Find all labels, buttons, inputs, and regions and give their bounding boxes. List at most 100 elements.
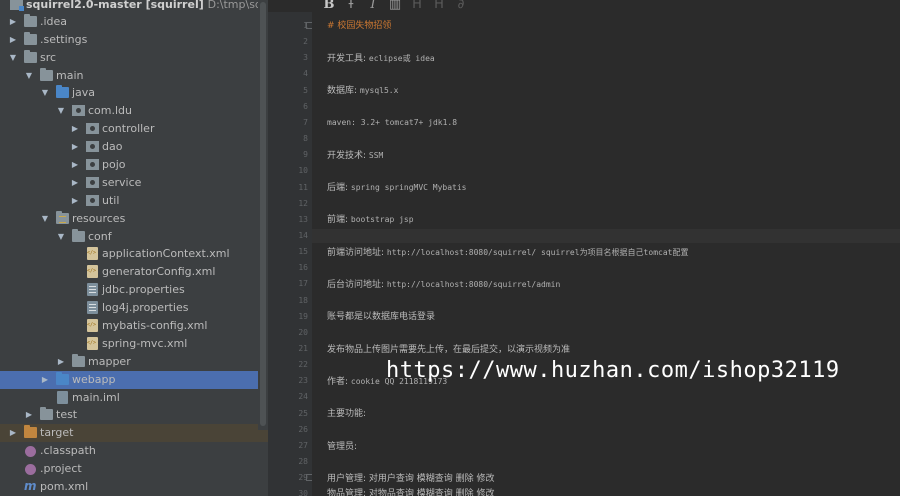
tree-item-pom[interactable]: m pom.xml: [0, 478, 268, 496]
line-number: 24: [298, 392, 308, 402]
strikethrough-button[interactable]: Ŧ: [344, 0, 358, 12]
tree-item-mapper[interactable]: ▶ mapper: [0, 353, 268, 371]
expand-arrow-icon[interactable]: ▶: [8, 424, 18, 442]
scrollbar-thumb[interactable]: [260, 2, 266, 426]
tree-item-label: dao: [102, 140, 123, 153]
tree-item-label: generatorConfig.xml: [102, 265, 216, 278]
expand-arrow-icon[interactable]: ▶: [70, 192, 80, 210]
tree-scrollbar[interactable]: [258, 0, 268, 430]
resources-folder-icon: [56, 211, 69, 224]
xml-file-icon: [87, 319, 98, 332]
tree-item-spring-mvc[interactable]: spring-mvc.xml: [0, 335, 268, 353]
editor-line-30: 物品管理: 对物品查询 模糊查询 删除 修改: [327, 489, 495, 496]
package-icon: [86, 177, 99, 188]
collapse-arrow-icon[interactable]: ▼: [56, 228, 66, 246]
tree-item-label: spring-mvc.xml: [102, 337, 188, 350]
tree-root[interactable]: squirrel2.0-master [squirrel] D:\tmp\squ…: [0, 0, 268, 14]
tree-item-log4j-properties[interactable]: log4j.properties: [0, 299, 268, 317]
tree-item-com-ldu[interactable]: ▼ com.ldu: [0, 102, 268, 120]
tree-item-label: main.iml: [72, 391, 120, 404]
collapse-arrow-icon[interactable]: ▼: [40, 210, 50, 228]
tree-item-label: log4j.properties: [102, 301, 189, 314]
link-button[interactable]: ∂: [454, 0, 468, 12]
tree-item-util[interactable]: ▶ util: [0, 192, 268, 210]
expand-arrow-icon[interactable]: ▶: [56, 353, 66, 371]
collapse-arrow-icon[interactable]: ▼: [56, 102, 66, 120]
tree-item-main-iml[interactable]: main.iml: [0, 389, 268, 407]
expand-arrow-icon[interactable]: ▶: [8, 31, 18, 49]
collapse-arrow-icon[interactable]: ▼: [8, 49, 18, 67]
folder-icon: [24, 32, 37, 45]
line-number: 3: [303, 53, 308, 63]
package-icon: [86, 123, 99, 134]
source-folder-icon: [56, 85, 69, 98]
xml-file-icon: [87, 265, 98, 278]
tree-item-webapp[interactable]: ▶ webapp: [0, 371, 268, 389]
tree-item-project[interactable]: .project: [0, 460, 268, 478]
tree-root-label: squirrel2.0-master [squirrel] D:\tmp\squ…: [26, 0, 268, 11]
line-number: 11: [298, 182, 308, 192]
tree-item-classpath[interactable]: .classpath: [0, 442, 268, 460]
expand-arrow-icon[interactable]: ▶: [70, 138, 80, 156]
expand-arrow-icon[interactable]: ▶: [8, 13, 18, 31]
maven-icon: m: [24, 479, 37, 493]
tree-item-mybatis-config[interactable]: mybatis-config.xml: [0, 317, 268, 335]
markdown-editor[interactable]: # 校园失物招领 开发工具: eclipse或 idea 数据库: mysql5…: [312, 12, 900, 496]
package-icon: [72, 105, 85, 116]
tree-item-idea[interactable]: ▶ .idea: [0, 13, 268, 31]
tree-item-jdbc-properties[interactable]: jdbc.properties: [0, 281, 268, 299]
line-number: 19: [298, 311, 308, 321]
expand-arrow-icon[interactable]: ▶: [24, 406, 34, 424]
tree-item-label: test: [56, 408, 78, 421]
line-number: 1: [303, 21, 308, 30]
tree-item-java[interactable]: ▼ java: [0, 84, 268, 102]
folder-icon: [40, 68, 53, 81]
italic-button[interactable]: I: [366, 0, 380, 12]
expand-arrow-icon[interactable]: ▶: [70, 174, 80, 192]
tree-item-label: target: [40, 426, 74, 439]
expand-arrow-icon[interactable]: ▶: [40, 371, 50, 389]
editor-line-9: 开发技术: SSM: [327, 151, 384, 161]
tree-item-conf[interactable]: ▼ conf: [0, 228, 268, 246]
bold-button[interactable]: B: [322, 0, 336, 12]
tree-item-applicationcontext[interactable]: applicationContext.xml: [0, 245, 268, 263]
line-number: 9: [303, 150, 308, 160]
tree-item-label: conf: [88, 230, 112, 243]
collapse-arrow-icon[interactable]: ▼: [24, 67, 34, 85]
tree-item-label: java: [72, 86, 96, 99]
tree-item-test[interactable]: ▶ test: [0, 406, 268, 424]
expand-arrow-icon[interactable]: ▶: [70, 120, 80, 138]
xml-file-icon: [87, 247, 98, 260]
tree-item-label: util: [102, 194, 120, 207]
tree-item-target[interactable]: ▶ target: [0, 424, 268, 442]
tree-item-controller[interactable]: ▶ controller: [0, 120, 268, 138]
web-folder-icon: [56, 372, 69, 385]
line-number: 30: [298, 489, 308, 496]
tree-item-resources[interactable]: ▼ resources: [0, 210, 268, 228]
tree-item-label: mybatis-config.xml: [102, 319, 208, 332]
line-number: 26: [298, 424, 308, 434]
tree-item-main[interactable]: ▼ main: [0, 67, 268, 85]
tree-item-service[interactable]: ▶ service: [0, 174, 268, 192]
expand-arrow-icon[interactable]: ▶: [70, 156, 80, 174]
header-level-button[interactable]: H: [432, 0, 446, 12]
header-button[interactable]: H: [410, 0, 424, 12]
code-block-button[interactable]: ▥: [388, 0, 402, 12]
line-number: 8: [303, 134, 308, 144]
line-number: 10: [298, 166, 308, 176]
tree-item-pojo[interactable]: ▶ pojo: [0, 156, 268, 174]
folder-icon: [40, 407, 53, 420]
tree-item-generatorconfig[interactable]: generatorConfig.xml: [0, 263, 268, 281]
collapse-arrow-icon[interactable]: ▼: [40, 84, 50, 102]
package-icon: [86, 159, 99, 170]
tree-item-settings[interactable]: ▶ .settings: [0, 31, 268, 49]
watermark-text: https://www.huzhan.com/ishop32119: [386, 358, 840, 383]
tree-item-label: webapp: [72, 373, 116, 386]
line-number: 22: [298, 360, 308, 370]
tree-item-src[interactable]: ▼ src: [0, 49, 268, 67]
markdown-toolbar: B Ŧ I ▥ H H ∂: [268, 0, 900, 12]
editor-line-27: 管理员:: [327, 442, 358, 452]
line-number: 20: [298, 327, 308, 337]
package-icon: [86, 195, 99, 206]
tree-item-dao[interactable]: ▶ dao: [0, 138, 268, 156]
